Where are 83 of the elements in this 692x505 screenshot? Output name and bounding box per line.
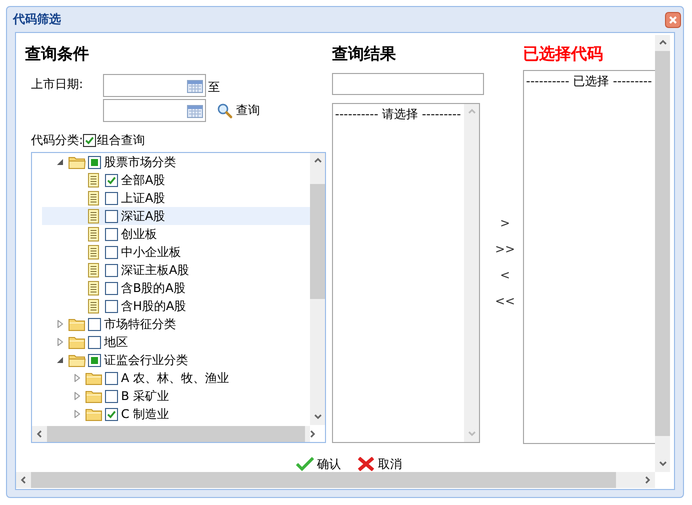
section-heading: 查询结果 — [332, 44, 397, 64]
checkbox-label: 组合查询 — [97, 132, 146, 149]
folder-icon — [68, 353, 86, 367]
vertical-scrollbar[interactable] — [310, 153, 325, 425]
confirm-button[interactable]: 确认 — [296, 456, 341, 472]
field-label: 代码分类: — [31, 132, 84, 149]
checkbox[interactable] — [105, 264, 118, 276]
tree-item-label: 地区 — [104, 334, 128, 350]
checkbox[interactable] — [105, 408, 118, 420]
section-heading: 查询条件 — [25, 44, 90, 64]
folder-icon — [85, 371, 103, 385]
tree-item-label: 含H股的A股 — [121, 298, 186, 314]
tree-item-label: 证监会行业分类 — [104, 352, 188, 368]
window-title: 代码筛选 — [13, 11, 61, 28]
calendar-icon[interactable] — [187, 78, 203, 92]
tree-item-label: 市场特征分类 — [104, 316, 176, 332]
tree-item-label: 中小企业板 — [121, 244, 181, 260]
tree-row[interactable]: B 采矿业 — [42, 387, 310, 405]
tree-item-label: 股票市场分类 — [104, 154, 176, 170]
date-field[interactable] — [103, 74, 206, 97]
tree-item-label: 深证主板A股 — [121, 262, 190, 278]
date-separator: 至 — [208, 79, 220, 96]
checkbox[interactable] — [105, 300, 118, 312]
checkbox[interactable] — [105, 210, 118, 222]
horizontal-scrollbar[interactable] — [16, 472, 655, 488]
tree-row[interactable]: 深证主板A股 — [42, 261, 310, 279]
check-icon — [296, 457, 314, 471]
tree-row[interactable]: 含B股的A股 — [42, 279, 310, 297]
tree-item-label: 深证A股 — [121, 208, 166, 224]
calendar-icon[interactable] — [187, 104, 203, 118]
tree-row[interactable]: 深证A股 — [42, 207, 310, 225]
checkbox[interactable] — [105, 282, 118, 294]
tree-row[interactable]: 中小企业板 — [42, 243, 310, 261]
tree-item-label: C 制造业 — [121, 406, 170, 422]
folder-icon — [68, 155, 86, 169]
cancel-button[interactable]: 取消 — [357, 456, 402, 472]
vertical-scrollbar[interactable] — [655, 35, 670, 472]
tree-row[interactable]: 证监会行业分类 — [42, 351, 310, 369]
tree-item-label: A 农、林、牧、渔业 — [121, 370, 230, 386]
tree-row[interactable]: 全部A股 — [42, 171, 310, 189]
date-field[interactable] — [103, 99, 206, 122]
checkbox[interactable] — [105, 192, 118, 204]
checkbox[interactable] — [88, 318, 101, 330]
tree-item-label: 全部A股 — [121, 172, 166, 188]
checkbox[interactable] — [83, 134, 96, 147]
section-heading: 已选择代码 — [523, 44, 604, 64]
close-icon[interactable] — [665, 12, 681, 28]
checkbox[interactable] — [105, 246, 118, 258]
folder-icon — [68, 317, 86, 331]
checkbox[interactable] — [88, 354, 101, 366]
tree-row[interactable]: 创业板 — [42, 225, 310, 243]
transfer-button[interactable]: >> — [494, 236, 516, 262]
checkbox[interactable] — [105, 174, 118, 186]
tree-item-label: 上证A股 — [121, 190, 166, 206]
folder-icon — [68, 335, 86, 349]
search-icon — [217, 102, 233, 118]
search-link[interactable]: 查询 — [217, 102, 260, 119]
folder-icon — [85, 389, 103, 403]
tree-item-label: 创业板 — [121, 226, 157, 242]
cross-icon — [357, 457, 375, 471]
tree-row[interactable]: 含H股的A股 — [42, 297, 310, 315]
tree-row[interactable]: C 制造业 — [42, 405, 310, 423]
list-placeholder: ---------- 已选择 --------- — [525, 73, 653, 90]
tree-row[interactable]: 股票市场分类 — [42, 153, 310, 171]
checkbox[interactable] — [105, 228, 118, 240]
tree-row[interactable]: 上证A股 — [42, 189, 310, 207]
folder-icon — [85, 407, 103, 421]
checkbox[interactable] — [105, 372, 118, 384]
checkbox[interactable] — [105, 390, 118, 402]
list-placeholder: ---------- 请选择 --------- — [334, 106, 462, 123]
transfer-button[interactable]: < — [500, 262, 510, 288]
tree-row[interactable]: 市场特征分类 — [42, 315, 310, 333]
tree-item-label: B 采矿业 — [121, 388, 170, 404]
field-label: 上市日期: — [31, 76, 84, 93]
transfer-button[interactable]: > — [500, 210, 510, 236]
tree-row[interactable]: A 农、林、牧、渔业 — [42, 369, 310, 387]
checkbox[interactable] — [88, 156, 101, 168]
checkbox[interactable] — [88, 336, 101, 348]
results-list[interactable]: ---------- 请选择 --------- — [332, 103, 480, 443]
transfer-button[interactable]: << — [494, 288, 516, 314]
tree-item-label: 含B股的A股 — [121, 280, 186, 296]
search-field[interactable] — [332, 73, 484, 95]
tree-row[interactable]: 地区 — [42, 333, 310, 351]
